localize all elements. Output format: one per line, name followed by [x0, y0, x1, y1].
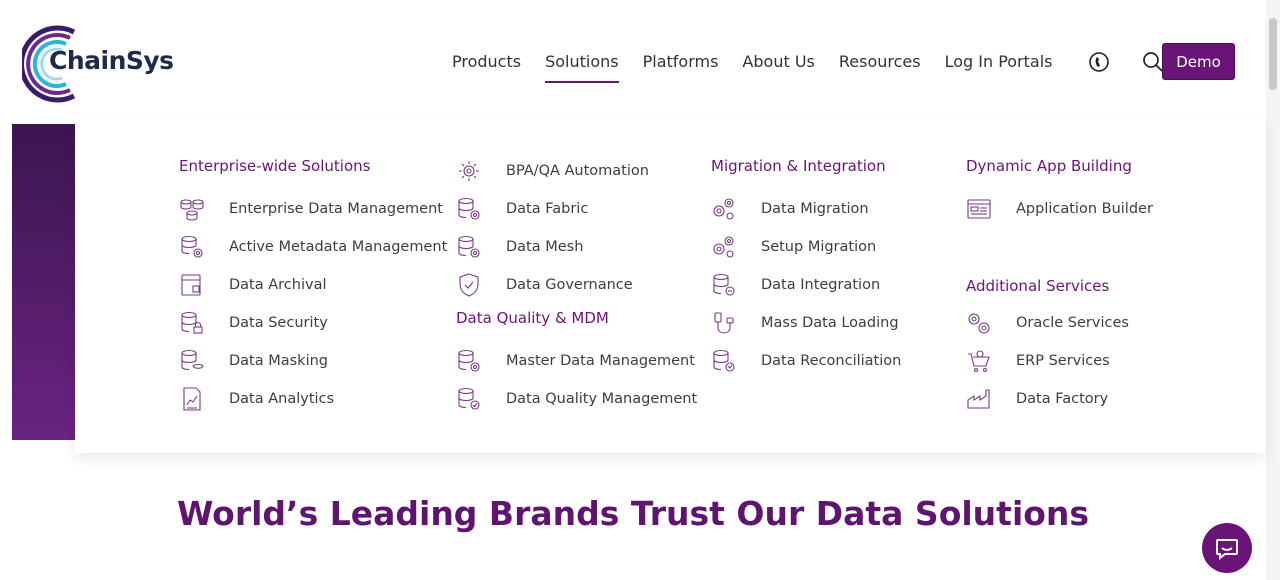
database-gear-icon	[456, 348, 482, 374]
factory-icon	[966, 386, 992, 412]
database-link-icon	[711, 272, 737, 298]
search-icon[interactable]	[1141, 50, 1165, 74]
menu-item-data-masking[interactable]: Data Masking	[179, 347, 328, 375]
app-window-icon	[966, 196, 992, 222]
menu-item-master-data-management[interactable]: Master Data Management	[456, 347, 695, 375]
database-gear-icon	[456, 196, 482, 222]
page-scrollbar[interactable]	[1266, 0, 1280, 580]
database-network-icon	[179, 196, 205, 222]
demo-button[interactable]: Demo	[1162, 43, 1235, 80]
database-lock-icon	[179, 310, 205, 336]
nav-products[interactable]: Products	[440, 41, 533, 83]
nav-login-portals[interactable]: Log In Portals	[933, 41, 1065, 83]
database-gear-icon	[456, 234, 482, 260]
chat-bubble-icon	[1216, 539, 1238, 561]
menu-item-data-fabric[interactable]: Data Fabric	[456, 195, 588, 223]
menu-item-data-archival[interactable]: Data Archival	[179, 271, 326, 299]
nav-solutions[interactable]: Solutions	[533, 41, 631, 83]
logo-wordmark: ChainSys	[49, 46, 174, 75]
hero-side-band	[12, 124, 75, 440]
site-header: ChainSys Products Solutions Platforms Ab…	[0, 0, 1266, 120]
menu-item-data-governance[interactable]: Data Governance	[456, 271, 633, 299]
chainsys-logo[interactable]: ChainSys	[22, 24, 174, 103]
migration-integration-heading: Migration & Integration	[711, 157, 886, 175]
menu-item-mass-data-loading[interactable]: Mass Data Loading	[711, 309, 899, 337]
gears-icon	[711, 234, 737, 260]
menu-item-data-security[interactable]: Data Security	[179, 309, 328, 337]
additional-services-heading: Additional Services	[966, 277, 1110, 295]
analytics-document-icon	[179, 386, 205, 412]
nav-about-us[interactable]: About Us	[730, 41, 826, 83]
gears-icon	[966, 310, 992, 336]
menu-item-data-analytics[interactable]: Data Analytics	[179, 385, 334, 413]
menu-item-setup-migration[interactable]: Setup Migration	[711, 233, 876, 261]
menu-item-erp-services[interactable]: ERP Services	[966, 347, 1110, 375]
scrollbar-thumb[interactable]	[1269, 18, 1277, 90]
menu-item-bpa-qa-automation[interactable]: BPA/QA Automation	[456, 157, 649, 185]
database-mask-icon	[179, 348, 205, 374]
menu-item-enterprise-data-management[interactable]: Enterprise Data Management	[179, 195, 443, 223]
main-nav: Products Solutions Platforms About Us Re…	[440, 40, 1165, 84]
database-gear-icon	[179, 234, 205, 260]
data-quality-mdm-heading: Data Quality & MDM	[456, 309, 609, 327]
cart-gear-icon	[966, 348, 992, 374]
menu-item-data-quality-management[interactable]: Data Quality Management	[456, 385, 697, 413]
solutions-mega-menu: Enterprise-wide Solutions Enterprise Dat…	[75, 120, 1266, 453]
archive-box-icon	[179, 272, 205, 298]
menu-item-data-integration[interactable]: Data Integration	[711, 271, 880, 299]
dynamic-app-building-heading: Dynamic App Building	[966, 157, 1132, 175]
clock-phone-icon[interactable]	[1087, 50, 1111, 74]
gears-icon	[711, 196, 737, 222]
database-check-icon	[456, 386, 482, 412]
menu-item-data-mesh[interactable]: Data Mesh	[456, 233, 583, 261]
shield-database-icon	[456, 272, 482, 298]
menu-item-active-metadata-management[interactable]: Active Metadata Management	[179, 233, 447, 261]
nav-resources[interactable]: Resources	[827, 41, 933, 83]
menu-item-application-builder[interactable]: Application Builder	[966, 195, 1153, 223]
menu-item-data-factory[interactable]: Data Factory	[966, 385, 1108, 413]
menu-item-oracle-services[interactable]: Oracle Services	[966, 309, 1129, 337]
plug-icon	[711, 310, 737, 336]
chat-launcher-button[interactable]	[1202, 523, 1252, 573]
automation-gear-icon	[456, 158, 482, 184]
enterprise-solutions-heading: Enterprise-wide Solutions	[179, 157, 371, 175]
nav-platforms[interactable]: Platforms	[631, 41, 731, 83]
menu-item-data-reconciliation[interactable]: Data Reconciliation	[711, 347, 901, 375]
trust-heading: World’s Leading Brands Trust Our Data So…	[176, 494, 1090, 533]
database-sync-icon	[711, 348, 737, 374]
menu-item-data-migration[interactable]: Data Migration	[711, 195, 869, 223]
